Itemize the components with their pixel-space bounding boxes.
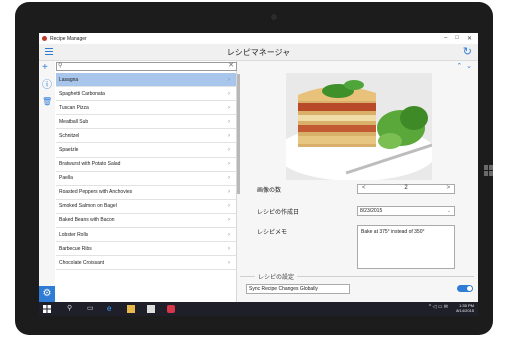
- chevron-right-icon: ›: [228, 161, 230, 168]
- task-view-icon[interactable]: ▭: [87, 304, 94, 312]
- title-bar: Recipe Manager – □ ✕: [39, 33, 478, 44]
- taskbar-clock[interactable]: 1:35 PM 8/14/2015: [456, 303, 474, 313]
- recipe-name: Meatball Sub: [59, 118, 89, 125]
- search-input[interactable]: ⚲ ✕: [56, 62, 237, 71]
- recipe-list-item[interactable]: Baked Beans with Bacon ›: [56, 214, 236, 229]
- list-scrollbar[interactable]: [237, 74, 240, 194]
- windows-hardware-button[interactable]: [484, 165, 494, 177]
- clear-search-icon[interactable]: ✕: [228, 61, 234, 69]
- delete-icon[interactable]: 🗑: [42, 97, 52, 107]
- chevron-right-icon: ›: [228, 118, 230, 125]
- start-windows-icon[interactable]: [43, 305, 51, 313]
- recipe-list-item[interactable]: Barbecue Ribs ›: [56, 242, 236, 257]
- maximize-button[interactable]: □: [455, 35, 459, 42]
- recipe-list-item[interactable]: Meatball Sub ›: [56, 115, 236, 130]
- chevron-right-icon: ›: [228, 259, 230, 266]
- sync-label: Sync Recipe Changes Globally: [246, 284, 350, 294]
- recipe-manager-taskbar-icon[interactable]: [167, 305, 175, 313]
- recipe-list-item[interactable]: Lobster Rolls ›: [56, 228, 236, 243]
- toggle-knob: [467, 286, 472, 291]
- recipe-list-item[interactable]: Tuscan Pizza ›: [56, 101, 236, 116]
- clock-date: 8/14/2015: [456, 308, 474, 313]
- app-icon: [42, 36, 47, 41]
- page-title: レシピマネージャ: [226, 48, 291, 57]
- recipe-list-item[interactable]: Bratwurst with Potato Salad ›: [56, 158, 236, 172]
- chevron-down-icon[interactable]: ⌄: [466, 63, 472, 70]
- created-date-value: 8/23/2015: [360, 208, 383, 214]
- recipe-name: Barbecue Ribs: [59, 245, 92, 252]
- recipe-name: Lobster Rolls: [59, 231, 89, 238]
- app-title: Recipe Manager: [50, 35, 87, 42]
- search-icon: ⚲: [58, 63, 63, 69]
- recipe-name: Spaghetti Carbonata: [59, 90, 105, 97]
- chevron-right-icon: ›: [228, 132, 230, 139]
- settings-gear-icon[interactable]: ⚙: [39, 286, 55, 302]
- minimize-button[interactable]: –: [444, 35, 447, 42]
- created-date-label: レシピの作成日: [257, 210, 300, 216]
- chevron-right-icon: ›: [228, 90, 230, 97]
- edge-browser-icon[interactable]: e: [107, 304, 111, 313]
- system-tray-icons[interactable]: ^ ◁ ▭ ✉: [429, 304, 448, 310]
- app-header: レシピマネージャ ↻: [39, 44, 478, 61]
- memo-textarea[interactable]: Bake at 375° instead of 350°: [357, 225, 455, 269]
- recipe-name: Smoked Salmon on Bagel: [59, 203, 117, 210]
- recipe-photo: [286, 73, 432, 180]
- chevron-up-icon[interactable]: ⌃: [456, 63, 462, 70]
- camera-dot: [271, 14, 277, 20]
- chevron-right-icon: ›: [228, 76, 230, 83]
- chevron-right-icon: ›: [228, 203, 230, 210]
- chevron-right-icon: ›: [228, 175, 230, 182]
- recipe-name: Baked Beans with Bacon: [59, 217, 115, 224]
- recipe-list-item[interactable]: Roasted Peppers with Anchovies ›: [56, 186, 236, 200]
- chevron-right-icon: ›: [228, 147, 230, 154]
- recipe-name: Tuscan Pizza: [59, 104, 89, 111]
- chevron-right-icon: ›: [228, 189, 230, 196]
- recipe-list-item[interactable]: Paella ›: [56, 172, 236, 186]
- recipe-name: Lasagna: [59, 76, 79, 83]
- add-icon[interactable]: +: [42, 63, 48, 73]
- close-button[interactable]: ✕: [467, 35, 472, 42]
- chevron-right-icon: ›: [228, 245, 230, 252]
- dropdown-chevron-icon: ⌄: [446, 208, 451, 214]
- search-taskbar-icon[interactable]: ⚲: [67, 304, 72, 312]
- memo-label: レシピメモ: [257, 230, 288, 236]
- recipe-list: Lasagna › Spaghetti Carbonata › Tuscan Pizza…: [56, 73, 236, 271]
- store-icon[interactable]: [147, 305, 155, 313]
- created-date-picker[interactable]: 8/23/2015 ⌄: [357, 206, 455, 216]
- recipe-name: Roasted Peppers with Anchovies: [59, 189, 133, 196]
- recipe-name: Bratwurst with Potato Salad: [59, 161, 121, 168]
- recipe-name: Paella: [59, 175, 73, 182]
- images-count-label: 画像の数: [257, 188, 282, 194]
- chevron-right-icon: ›: [228, 104, 230, 111]
- refresh-icon[interactable]: ↻: [463, 45, 472, 58]
- recipe-name: Spaetzle: [59, 147, 79, 154]
- recipe-list-item[interactable]: Schnitzel ›: [56, 129, 236, 144]
- recipe-list-item[interactable]: Lasagna ›: [56, 73, 236, 88]
- increment-icon[interactable]: >: [446, 185, 450, 191]
- recipe-list-item[interactable]: Spaghetti Carbonata ›: [56, 87, 236, 102]
- screen: Recipe Manager – □ ✕ レシピマネージャ ↻ + ⓘ 🗑 ⚙ …: [39, 33, 478, 316]
- taskbar: ⚲ ▭ e ^ ◁ ▭ ✉ 1:35 PM 8/14/2015: [39, 302, 478, 316]
- tool-column: + ⓘ 🗑: [39, 61, 55, 283]
- record-nav: ⌃ ⌄: [456, 62, 472, 70]
- recipe-list-item[interactable]: Smoked Salmon on Bagel ›: [56, 200, 236, 214]
- info-icon[interactable]: ⓘ: [42, 81, 52, 91]
- recipe-list-pane: ⚲ ✕ Lasagna › Spaghetti Carbonata › Tuscan P…: [55, 61, 240, 302]
- recipe-name: Chocolate Croissant: [59, 259, 105, 266]
- recipe-list-item[interactable]: Spaetzle ›: [56, 143, 236, 158]
- sync-toggle[interactable]: [457, 285, 473, 292]
- chevron-right-icon: ›: [228, 231, 230, 238]
- images-count-stepper[interactable]: < 2 >: [357, 184, 455, 194]
- chevron-right-icon: ›: [228, 217, 230, 224]
- recipe-name: Schnitzel: [59, 132, 80, 139]
- settings-section-title: レシピの設定: [255, 272, 298, 281]
- file-explorer-icon[interactable]: [127, 305, 135, 313]
- images-count-value: 2: [404, 185, 408, 191]
- recipe-list-item[interactable]: Chocolate Croissant ›: [56, 256, 236, 271]
